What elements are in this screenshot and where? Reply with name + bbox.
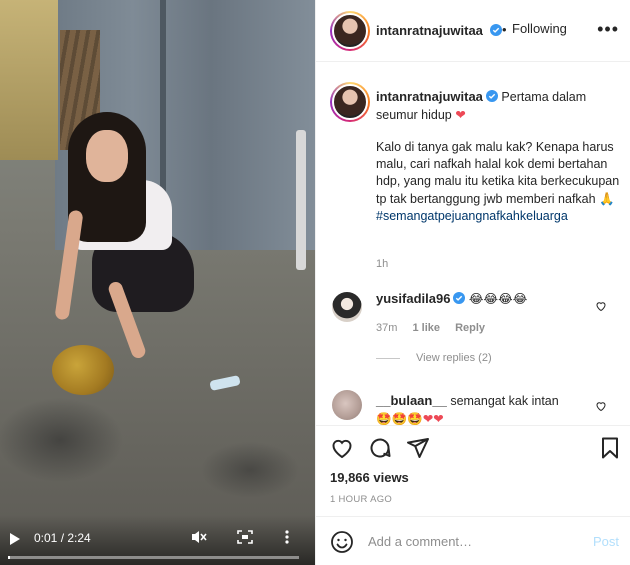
video-frame-pole [296,130,306,270]
like-heart-icon[interactable] [330,436,354,460]
view-replies-button[interactable]: View replies (2) [376,352,492,364]
post-caption: intanratnajuwitaa Pertama dalam seumur h… [376,88,621,225]
emoji-smiley-icon[interactable] [330,530,354,554]
video-progress-bar[interactable] [8,556,299,559]
comment-username[interactable]: __bulaan__ [376,393,447,408]
comment-emojis: 🤩🤩🤩❤❤ [376,411,444,425]
caption-username[interactable]: intanratnajuwitaa [376,89,483,104]
author-avatar[interactable] [330,11,370,51]
post-video[interactable]: 0:01 / 2:24 [0,0,315,565]
post-header: intanratnajuwitaa • Following ••• [316,0,630,62]
video-time: 0:01 / 2:24 [34,531,91,545]
caption-hashtag[interactable]: #semangatpejuangnafkahkeluarga [376,208,621,225]
heart-emoji: ❤ [455,107,466,122]
pray-emoji: 🙏 [599,191,615,206]
mute-icon[interactable] [190,529,208,545]
like-comment-heart-icon[interactable] [595,300,607,312]
post-actions: 19,866 views 1 HOUR AGO [316,425,630,515]
comment-meta: 37m 1 like Reply [376,322,497,334]
add-comment-bar: Post [316,516,630,565]
caption-time: 1h [376,258,389,270]
reply-button[interactable]: Reply [455,322,485,334]
play-icon[interactable] [10,533,20,545]
separator-dot: • [502,22,507,37]
caption-body: Kalo di tanya gak malu kak? Kenapa harus… [376,140,620,206]
comment-text: semangat kak intan [450,394,559,408]
fullscreen-icon[interactable] [236,529,254,545]
post-details-panel: intanratnajuwitaa • Following ••• intanr… [315,0,630,565]
video-progress-fill [8,556,11,559]
comment-item: __bulaan__ semangat kak intan 🤩🤩🤩❤❤ [376,392,596,425]
comment-username[interactable]: yusifadila96 [376,291,450,306]
view-count[interactable]: 19,866 views [330,470,409,485]
author-username[interactable]: intanratnajuwitaa [376,23,483,38]
following-button[interactable]: Following [512,21,567,36]
save-bookmark-icon[interactable] [598,436,622,460]
commenter-avatar[interactable] [332,390,362,420]
video-frame-person-face [86,130,128,182]
post-timestamp: 1 HOUR AGO [330,494,393,505]
more-options-icon[interactable]: ••• [597,20,619,38]
share-paper-plane-icon[interactable] [406,436,430,460]
video-frame-left-wall [0,0,58,160]
comment-input[interactable] [368,530,568,552]
caption-author-avatar[interactable] [330,82,370,122]
video-more-icon[interactable] [282,529,292,545]
comment-text: 😂😂😂😂 [468,291,528,306]
verified-badge-icon [453,292,466,304]
comments-list[interactable]: intanratnajuwitaa Pertama dalam seumur h… [316,70,630,425]
video-frame-coconut [52,345,114,395]
comment-item: yusifadila96 😂😂😂😂 [376,290,596,308]
commenter-avatar[interactable] [332,292,362,322]
post-comment-button[interactable]: Post [593,534,619,549]
verified-badge-icon [490,24,503,36]
comment-bubble-icon[interactable] [368,436,392,460]
comment-time: 37m [376,322,398,334]
like-comment-heart-icon[interactable] [595,400,607,412]
verified-badge-icon [485,90,498,102]
video-controls: 0:01 / 2:24 [0,515,315,565]
comment-likes[interactable]: 1 like [412,322,440,334]
